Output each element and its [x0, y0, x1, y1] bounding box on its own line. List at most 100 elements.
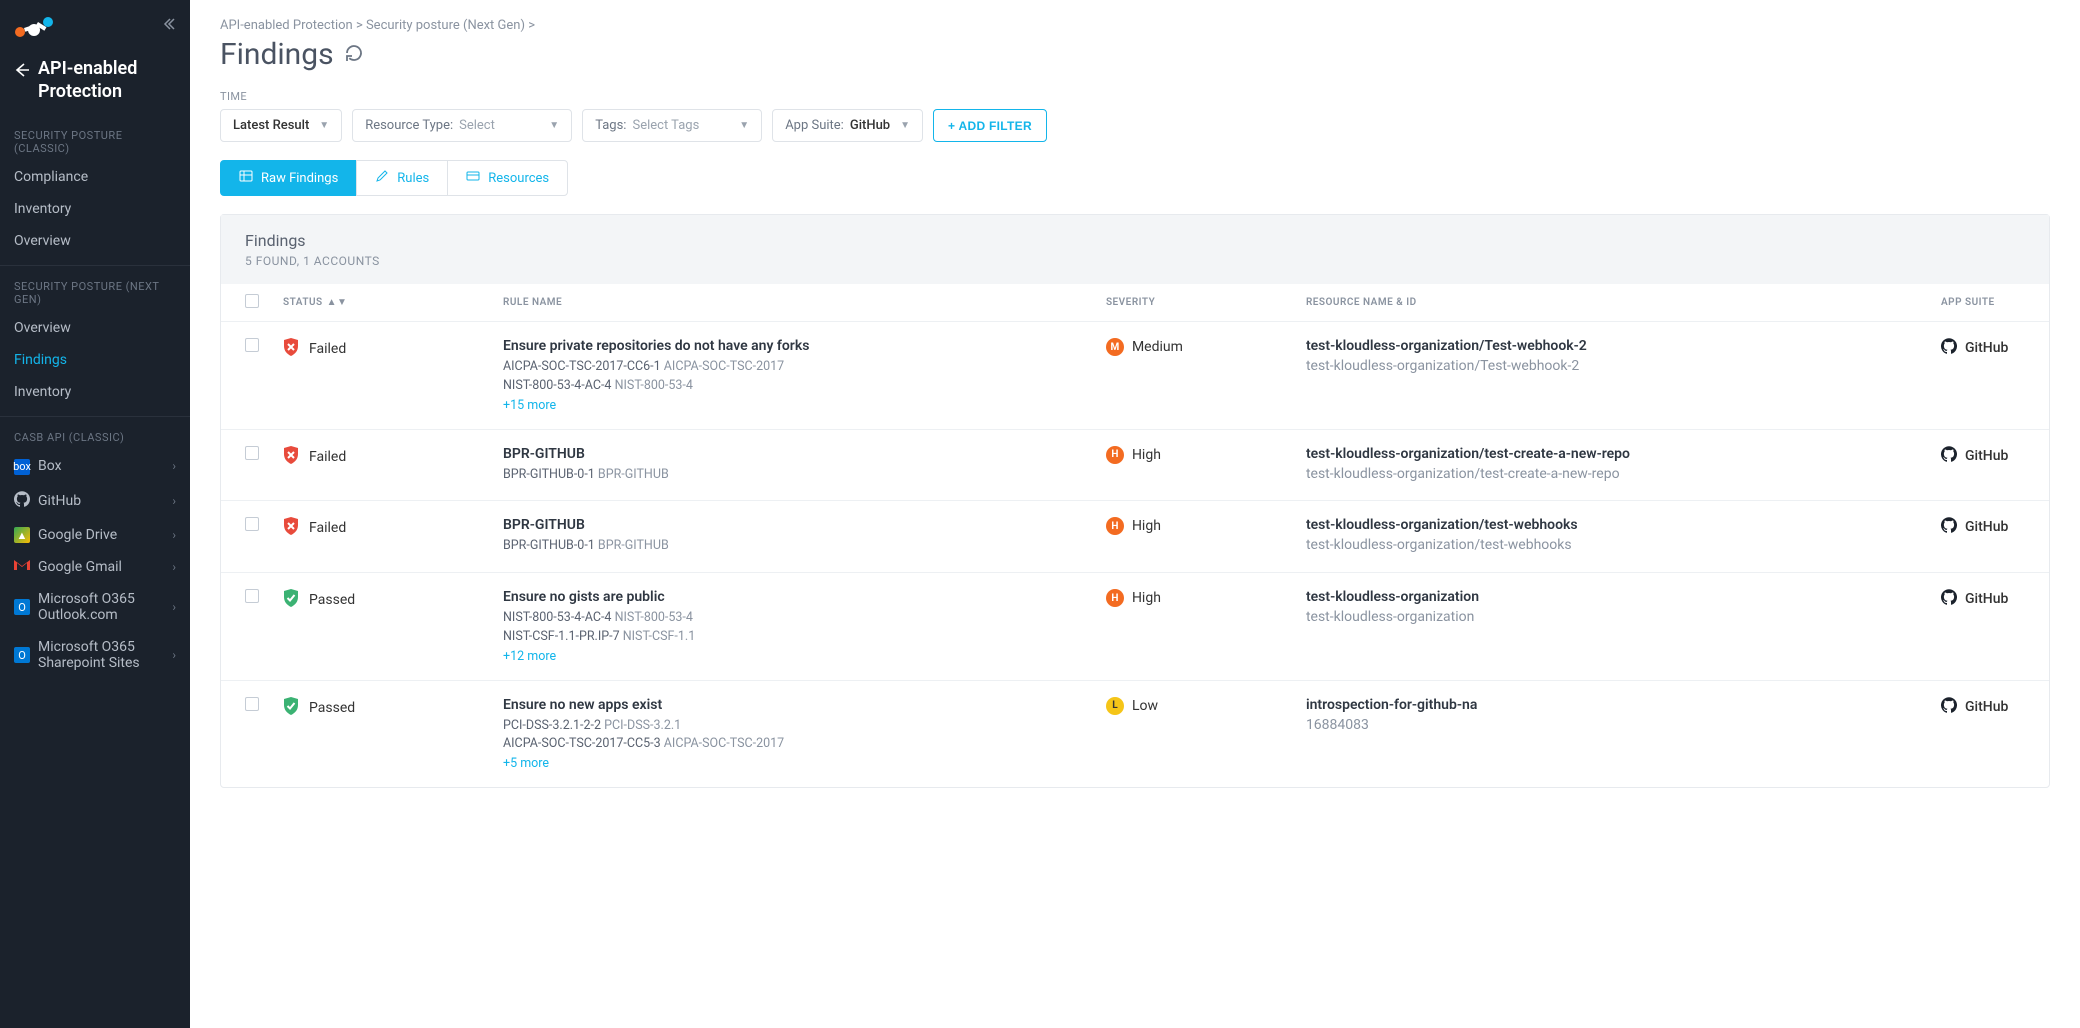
sidebar-item-box[interactable]: boxBox›	[0, 450, 190, 483]
col-resource[interactable]: RESOURCE NAME & ID	[1294, 284, 1929, 322]
resource-name: introspection-for-github-na	[1306, 697, 1917, 713]
ms-icon: O	[14, 599, 30, 616]
row-checkbox[interactable]	[245, 697, 259, 711]
nav-label: GitHub	[38, 493, 81, 509]
tab-raw-findings[interactable]: Raw Findings	[220, 160, 357, 196]
panel-subtitle: 5 FOUND, 1 ACCOUNTS	[245, 254, 2025, 268]
sidebar-item-microsoft-o365-sharepoint-sites[interactable]: OMicrosoft O365 Sharepoint Sites›	[0, 631, 190, 679]
status-text: Passed	[309, 592, 355, 608]
tab-resources[interactable]: Resources	[447, 160, 568, 196]
github-icon	[14, 491, 30, 511]
sidebar-item-github[interactable]: GitHub›	[0, 483, 190, 519]
chevron-right-icon: ›	[172, 600, 176, 614]
app-suite-text: GitHub	[1965, 519, 2008, 535]
select-all-checkbox[interactable]	[245, 294, 259, 308]
sidebar-item-google-gmail[interactable]: Google Gmail›	[0, 551, 190, 583]
sidebar-item-inventory[interactable]: Inventory	[0, 193, 190, 225]
gdrive-icon: ▲	[14, 527, 30, 544]
logo	[14, 14, 60, 38]
more-tags-link[interactable]: +12 more	[503, 649, 556, 664]
status-text: Failed	[309, 449, 346, 465]
nav-label: Overview	[14, 233, 71, 249]
row-checkbox[interactable]	[245, 589, 259, 603]
sidebar-item-compliance[interactable]: Compliance	[0, 161, 190, 193]
more-tags-link[interactable]: +15 more	[503, 398, 556, 413]
chevron-right-icon: ›	[172, 560, 176, 574]
chevron-right-icon: ›	[172, 459, 176, 473]
filter-resource-type[interactable]: Resource Type: Select ▼	[352, 109, 572, 142]
gmail-icon	[14, 559, 30, 575]
github-icon	[1941, 338, 1957, 358]
filter-tags[interactable]: Tags: Select Tags ▼	[582, 109, 762, 142]
row-checkbox[interactable]	[245, 338, 259, 352]
sidebar-section-header: CASB API (CLASSIC)	[0, 416, 190, 450]
row-checkbox[interactable]	[245, 517, 259, 531]
col-rule[interactable]: RULE NAME	[491, 284, 1094, 322]
card-icon	[466, 169, 480, 187]
resource-name: test-kloudless-organization	[1306, 589, 1917, 605]
box-icon: box	[14, 458, 30, 475]
sidebar-item-overview[interactable]: Overview	[0, 312, 190, 344]
table-row[interactable]: FailedEnsure private repositories do not…	[221, 322, 2049, 430]
tab-rules[interactable]: Rules	[356, 160, 448, 196]
resource-id: 16884083	[1306, 717, 1917, 733]
nav-label: Inventory	[14, 201, 71, 217]
rule-title: BPR-GITHUB	[503, 517, 1082, 533]
nav-label: Findings	[14, 352, 67, 368]
sidebar-item-findings[interactable]: Findings	[0, 344, 190, 376]
filter-app-suite-label: App Suite:	[785, 118, 844, 133]
chevron-right-icon: ›	[172, 528, 176, 542]
sidebar-item-google-drive[interactable]: ▲ Google Drive ›	[0, 519, 190, 552]
filters-bar: Latest Result ▼ Resource Type: Select ▼ …	[220, 109, 2050, 142]
findings-table: STATUS▲▼ RULE NAME SEVERITY RESOURCE NAM…	[221, 284, 2049, 787]
severity-badge: H	[1106, 517, 1124, 535]
sort-icon: ▲▼	[327, 297, 348, 308]
col-severity[interactable]: SEVERITY	[1094, 284, 1294, 322]
filter-resource-type-label: Resource Type:	[365, 118, 453, 133]
sidebar-item-microsoft-o365-outlook.com[interactable]: OMicrosoft O365 Outlook.com›	[0, 583, 190, 631]
collapse-sidebar-icon[interactable]	[162, 17, 176, 35]
sidebar-section-header: SECURITY POSTURE (NEXT GEN)	[0, 265, 190, 312]
row-checkbox[interactable]	[245, 446, 259, 460]
resource-name: test-kloudless-organization/Test-webhook…	[1306, 338, 1917, 354]
nav-label: Google Drive	[38, 527, 117, 543]
sidebar-item-overview[interactable]: Overview	[0, 225, 190, 257]
caret-down-icon: ▼	[549, 120, 559, 131]
rule-tags: BPR-GITHUB-0-1 BPR-GITHUB	[503, 466, 1082, 485]
rule-tags: NIST-800-53-4-AC-4 NIST-800-53-4NIST-CSF…	[503, 609, 1082, 647]
severity-text: Medium	[1132, 339, 1183, 355]
col-status[interactable]: STATUS▲▼	[271, 284, 491, 322]
filter-app-suite[interactable]: App Suite: GitHub ▼	[772, 109, 923, 142]
add-filter-button[interactable]: + ADD FILTER	[933, 109, 1047, 142]
filter-latest-value: Latest Result	[233, 118, 309, 133]
shield-fail-icon	[283, 338, 299, 360]
col-app-suite[interactable]: APP SUITE	[1929, 284, 2049, 322]
status-text: Passed	[309, 700, 355, 716]
back-arrow-icon[interactable]	[14, 62, 30, 82]
table-row[interactable]: Passed Ensure no new apps exist PCI-DSS-3.…	[221, 680, 2049, 787]
refresh-icon[interactable]	[344, 43, 364, 67]
findings-panel: Findings 5 FOUND, 1 ACCOUNTS STATUS▲▼ RU…	[220, 214, 2050, 788]
filter-latest-result[interactable]: Latest Result ▼	[220, 109, 342, 142]
resource-id: test-kloudless-organization/Test-webhook…	[1306, 358, 1917, 374]
github-icon	[1941, 589, 1957, 609]
more-tags-link[interactable]: +5 more	[503, 756, 549, 771]
filter-tags-label: Tags:	[595, 118, 626, 133]
github-icon	[1941, 697, 1957, 717]
filter-app-suite-value: GitHub	[850, 118, 890, 133]
ms-icon: O	[14, 647, 30, 664]
rule-tags: PCI-DSS-3.2.1-2-2 PCI-DSS-3.2.1AICPA-SOC…	[503, 717, 1082, 755]
caret-down-icon: ▼	[900, 120, 910, 131]
table-row[interactable]: FailedBPR-GITHUBBPR-GITHUB-0-1 BPR-GITHU…	[221, 501, 2049, 573]
table-row[interactable]: FailedBPR-GITHUBBPR-GITHUB-0-1 BPR-GITHU…	[221, 429, 2049, 501]
nav-label: Overview	[14, 320, 71, 336]
severity-badge: H	[1106, 589, 1124, 607]
table-icon	[239, 169, 253, 187]
table-row[interactable]: PassedEnsure no gists are publicNIST-800…	[221, 573, 2049, 681]
breadcrumb[interactable]: API-enabled Protection > Security postur…	[220, 18, 2050, 33]
rule-title: Ensure no new apps exist	[503, 697, 1082, 713]
tabs: Raw FindingsRulesResources	[220, 160, 2050, 196]
sidebar-item-inventory[interactable]: Inventory	[0, 376, 190, 408]
main: API-enabled Protection > Security postur…	[190, 0, 2080, 1028]
page-title: Findings	[220, 37, 334, 72]
